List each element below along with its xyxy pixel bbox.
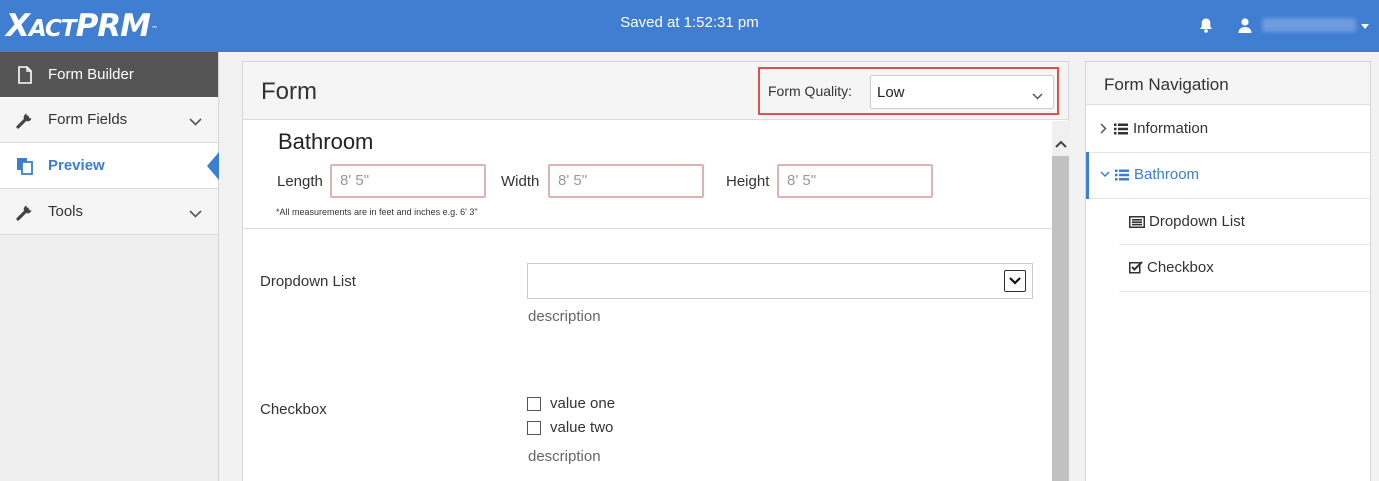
wrench-icon [16, 111, 34, 129]
saved-status: Saved at 1:52:31 pm [620, 14, 759, 31]
chevron-right-icon [1100, 123, 1107, 134]
width-input[interactable]: 8' 5" [548, 164, 704, 198]
caret-down-icon[interactable] [1361, 24, 1369, 29]
active-indicator [207, 152, 219, 180]
nav-item-checkbox[interactable]: Checkbox [1129, 259, 1214, 276]
form-title: Form [261, 78, 317, 105]
sidebar-item-tools[interactable]: Tools [0, 189, 218, 235]
form-scrollbar[interactable] [1052, 121, 1069, 481]
width-label: Width [501, 173, 540, 190]
scroll-thumb[interactable] [1052, 156, 1069, 481]
form-quality-label: Form Quality: [768, 83, 853, 99]
scroll-up-arrow[interactable] [1052, 135, 1069, 152]
chevron-down-icon [189, 205, 202, 222]
dropdown-list-label: Dropdown List [260, 273, 356, 290]
nav-item-information[interactable]: Information [1100, 120, 1208, 137]
sidebar-item-label: Tools [48, 203, 84, 220]
checkbox-input[interactable] [527, 420, 541, 435]
sidebar-item-form-fields[interactable]: Form Fields [0, 97, 218, 143]
chevron-down-icon [189, 113, 202, 130]
nav-item-label: Information [1133, 120, 1209, 137]
nav-item-label: Bathroom [1134, 166, 1200, 183]
sidebar-item-label: Preview [48, 157, 105, 174]
section-title: Bathroom [278, 129, 374, 154]
length-input[interactable]: 8' 5" [330, 164, 486, 198]
chevron-down-icon [1032, 87, 1043, 103]
wrench-icon [16, 203, 34, 221]
sidebar-item-label: Form Fields [48, 111, 128, 128]
height-input[interactable]: 8' 5" [777, 164, 933, 198]
nav-divider [1086, 152, 1370, 153]
form-header: Form Form Quality: Low [243, 62, 1068, 120]
dropdown-description: description [528, 308, 601, 325]
form-quality-select[interactable]: Low [870, 75, 1054, 109]
chevron-down-icon[interactable] [1004, 270, 1026, 292]
checkbox-option[interactable]: value one [527, 395, 615, 412]
nav-divider [1119, 244, 1370, 245]
checkbox-input[interactable] [527, 396, 541, 411]
nav-divider [1119, 291, 1370, 292]
user-icon[interactable] [1237, 17, 1255, 35]
sidebar: Form Builder Form Fields Preview Tools [0, 52, 219, 481]
checkbox-option-label: value one [550, 395, 616, 412]
checkbox-description: description [528, 448, 601, 465]
copy-icon [16, 157, 34, 175]
nav-active-indicator [1086, 152, 1089, 199]
height-label: Height [726, 173, 770, 190]
nav-item-label: Dropdown List [1149, 213, 1245, 230]
form-navigation-title: Form Navigation [1086, 62, 1370, 105]
chevron-down-icon [1100, 171, 1110, 178]
user-name[interactable] [1262, 18, 1356, 32]
checkbox-icon [1129, 261, 1143, 274]
checkbox-option-label: value two [550, 419, 614, 436]
list-icon [1114, 123, 1128, 135]
form-navigation-panel: Form Navigation Information Bathroom Dro… [1085, 61, 1371, 481]
form-panel: Form Form Quality: Low Bathroom Length 8… [242, 61, 1069, 481]
form-quality-value: Low [877, 84, 905, 101]
checkbox-option[interactable]: value two [527, 419, 613, 436]
checkbox-label: Checkbox [260, 401, 327, 418]
dropdown-list-select[interactable] [527, 263, 1033, 299]
dropdown-list-icon [1129, 215, 1145, 228]
bell-icon[interactable] [1198, 17, 1216, 35]
file-icon [16, 65, 34, 84]
nav-divider [1089, 198, 1370, 199]
section-divider [243, 228, 1052, 229]
sidebar-item-preview[interactable]: Preview [0, 143, 219, 189]
list-icon [1115, 169, 1129, 181]
nav-item-dropdown-list[interactable]: Dropdown List [1129, 213, 1245, 230]
sidebar-item-form-builder[interactable]: Form Builder [0, 52, 218, 97]
measurement-note: *All measurements are in feet and inches… [276, 207, 478, 217]
nav-item-label: Checkbox [1147, 259, 1214, 276]
top-bar: XACTPRM™ Saved at 1:52:31 pm [0, 0, 1379, 52]
form-quality-highlight: Form Quality: Low [758, 67, 1059, 115]
length-label: Length [277, 173, 323, 190]
sidebar-item-label: Form Builder [48, 66, 134, 83]
nav-item-bathroom[interactable]: Bathroom [1100, 166, 1199, 183]
